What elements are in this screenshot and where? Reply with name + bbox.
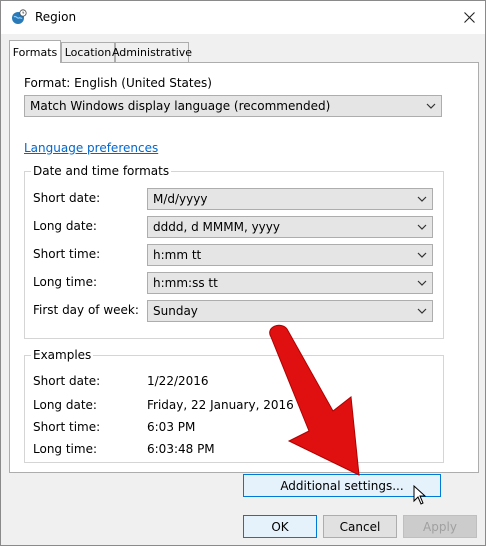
language-preferences-link[interactable]: Language preferences — [24, 141, 158, 155]
format-dropdown[interactable]: Match Windows display language (recommen… — [24, 95, 442, 117]
long-time-label: Long time: — [33, 275, 98, 289]
example-short-date-label: Short date: — [33, 374, 101, 388]
example-long-date-value: Friday, 22 January, 2016 — [147, 398, 294, 412]
example-long-time-label: Long time: — [33, 442, 98, 456]
example-short-date-value: 1/22/2016 — [147, 374, 209, 388]
first-day-of-week-dropdown[interactable]: Sunday — [147, 300, 433, 322]
short-date-label: Short date: — [33, 191, 101, 205]
globe-clock-icon — [12, 9, 27, 24]
ok-button[interactable]: OK — [243, 515, 317, 538]
format-dropdown-value: Match Windows display language (recommen… — [30, 99, 331, 113]
long-date-dropdown[interactable]: dddd, d MMMM, yyyy — [147, 216, 433, 238]
tab-location[interactable]: Location — [61, 42, 115, 62]
long-date-label: Long date: — [33, 219, 97, 233]
window-title: Region — [35, 10, 77, 24]
formats-panel: Format: English (United States) Match Wi… — [9, 62, 479, 497]
short-time-value: h:mm tt — [153, 248, 202, 262]
chevron-down-icon — [417, 196, 427, 202]
short-date-value: M/d/yyyy — [153, 192, 208, 206]
date-time-formats-title: Date and time formats — [31, 164, 172, 178]
example-long-time-value: 6:03:48 PM — [147, 442, 215, 456]
tab-label: Administrative — [111, 46, 193, 59]
additional-settings-button[interactable]: Additional settings... — [243, 474, 441, 497]
example-long-date-label: Long date: — [33, 398, 97, 412]
format-label: Format: English (United States) — [24, 76, 212, 90]
first-day-of-week-label: First day of week: — [33, 303, 139, 317]
close-icon — [463, 12, 475, 23]
chevron-down-icon — [417, 224, 427, 230]
short-date-dropdown[interactable]: M/d/yyyy — [147, 188, 433, 210]
chevron-down-icon — [426, 103, 436, 109]
chevron-down-icon — [417, 280, 427, 286]
short-time-label: Short time: — [33, 247, 101, 261]
chevron-down-icon — [417, 252, 427, 258]
example-short-time-label: Short time: — [33, 420, 101, 434]
tab-label: Formats — [12, 45, 58, 59]
date-time-formats-group: Date and time formats Short date: M/d/yy… — [24, 164, 444, 339]
cancel-button[interactable]: Cancel — [323, 515, 397, 538]
title-bar: Region — [1, 1, 485, 34]
long-time-dropdown[interactable]: h:mm:ss tt — [147, 272, 433, 294]
examples-group: Examples Short date: 1/22/2016 Long date… — [24, 348, 444, 463]
region-dialog: Region Formats Location Administrative F… — [0, 0, 486, 546]
tab-administrative[interactable]: Administrative — [111, 42, 193, 62]
tab-label: Location — [64, 46, 112, 59]
long-date-value: dddd, d MMMM, yyyy — [153, 220, 280, 234]
chevron-down-icon — [417, 308, 427, 314]
short-time-dropdown[interactable]: h:mm tt — [147, 244, 433, 266]
close-button[interactable] — [453, 1, 485, 34]
example-short-time-value: 6:03 PM — [147, 420, 196, 434]
examples-title: Examples — [31, 348, 94, 362]
apply-button[interactable]: Apply — [403, 515, 477, 538]
long-time-value: h:mm:ss tt — [153, 276, 218, 290]
first-day-of-week-value: Sunday — [153, 304, 198, 318]
tab-formats[interactable]: Formats — [9, 40, 61, 63]
